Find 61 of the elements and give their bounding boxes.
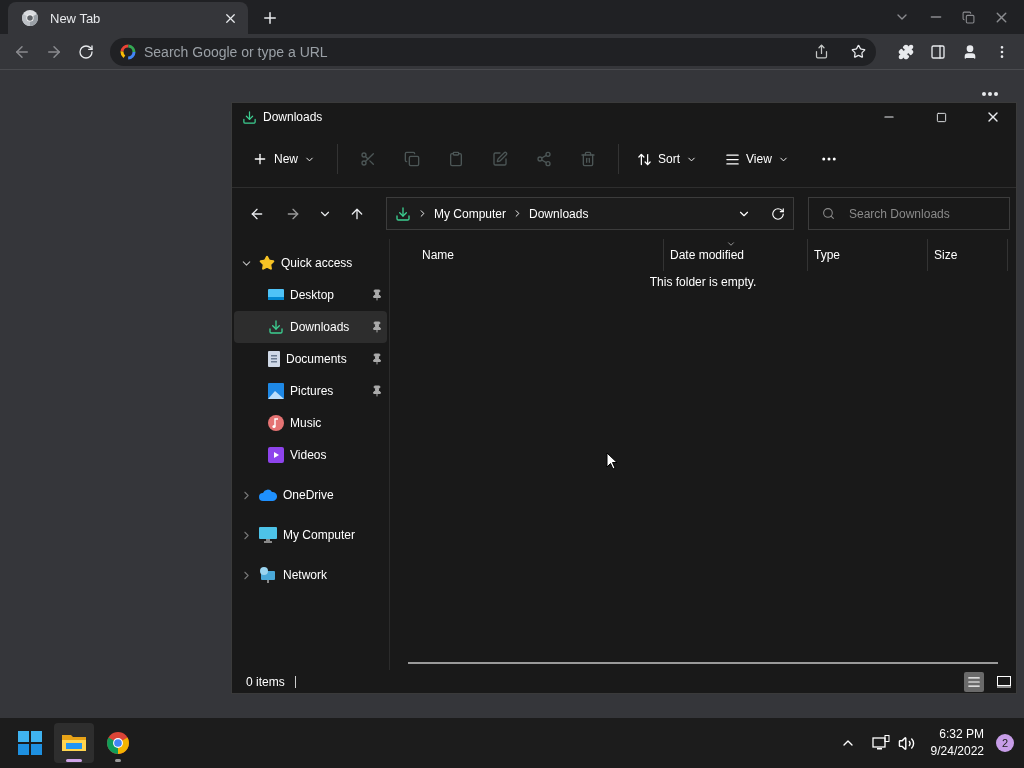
- cursor-icon: [606, 452, 618, 470]
- file-explorer-taskbar-icon[interactable]: [54, 723, 94, 763]
- list-icon: [967, 674, 981, 689]
- nav-item[interactable]: Music: [234, 407, 387, 439]
- nav-item[interactable]: Downloads: [234, 311, 387, 343]
- nav-item[interactable]: Quick access: [234, 247, 387, 279]
- nav-item[interactable]: OneDrive: [234, 479, 387, 511]
- download-icon: [395, 205, 411, 222]
- address-bar[interactable]: Search Google or type a URL: [110, 37, 876, 66]
- window-title: Downloads: [263, 110, 324, 124]
- search-field[interactable]: Search Downloads: [808, 197, 1010, 230]
- toolbar-menu-button[interactable]: Sort: [629, 143, 706, 175]
- document-icon: [268, 351, 280, 367]
- download-icon: [242, 109, 257, 125]
- sort-arrows-icon: [637, 151, 652, 167]
- restore-icon[interactable]: [962, 10, 975, 24]
- breadcrumb[interactable]: Downloads: [529, 206, 589, 221]
- download-icon: [268, 319, 284, 335]
- google-icon: [120, 43, 136, 60]
- desktop-icon: [268, 288, 284, 302]
- network-icon[interactable]: [871, 735, 890, 751]
- bookmark-icon[interactable]: [851, 44, 866, 59]
- lines-icon: [725, 151, 741, 167]
- item-count: 0 items: [246, 674, 285, 689]
- browser-tab[interactable]: New Tab: [8, 2, 248, 34]
- column-header[interactable]: Name: [390, 239, 664, 271]
- share-icon[interactable]: [814, 44, 829, 59]
- notification-badge[interactable]: 2: [996, 734, 1014, 752]
- preview-icon: [997, 675, 1011, 688]
- address-field[interactable]: My Computer Downloads: [386, 197, 794, 230]
- nav-item[interactable]: Videos: [234, 439, 387, 471]
- column-header[interactable]: Size: [928, 239, 1008, 271]
- tab-title: New Tab: [50, 10, 102, 26]
- chrome-icon: [22, 10, 38, 26]
- nav-item[interactable]: My Computer: [234, 519, 387, 551]
- toolbar-menu-button[interactable]: New: [244, 143, 323, 175]
- clock[interactable]: 6:32 PM 9/24/2022: [930, 726, 984, 760]
- music-icon: [268, 415, 284, 431]
- apps-icon[interactable]: [982, 92, 998, 96]
- nav-item[interactable]: Pictures: [234, 375, 387, 407]
- column-header[interactable]: Date modified: [664, 239, 808, 271]
- empty-message: This folder is empty.: [648, 275, 758, 289]
- chrome-logo: [107, 732, 129, 754]
- videos-icon: [268, 447, 284, 463]
- volume-icon[interactable]: [897, 734, 915, 752]
- star-icon: [259, 255, 275, 271]
- search-icon: [822, 207, 835, 220]
- nav-item[interactable]: Documents: [234, 343, 387, 375]
- pictures-icon: [268, 383, 284, 399]
- cloud-icon: [259, 489, 277, 501]
- monitor-icon: [259, 527, 277, 543]
- details-view-button[interactable]: [964, 671, 984, 692]
- breadcrumb[interactable]: My Computer: [434, 206, 507, 221]
- plus-icon: [252, 151, 268, 167]
- windows-logo: [18, 731, 42, 755]
- column-header[interactable]: Type: [808, 239, 928, 271]
- network-icon: [259, 567, 277, 583]
- nav-item[interactable]: Desktop: [234, 279, 387, 311]
- toolbar-menu-button[interactable]: View: [717, 143, 797, 175]
- refresh-icon[interactable]: [771, 206, 785, 221]
- nav-item[interactable]: Network: [234, 559, 387, 591]
